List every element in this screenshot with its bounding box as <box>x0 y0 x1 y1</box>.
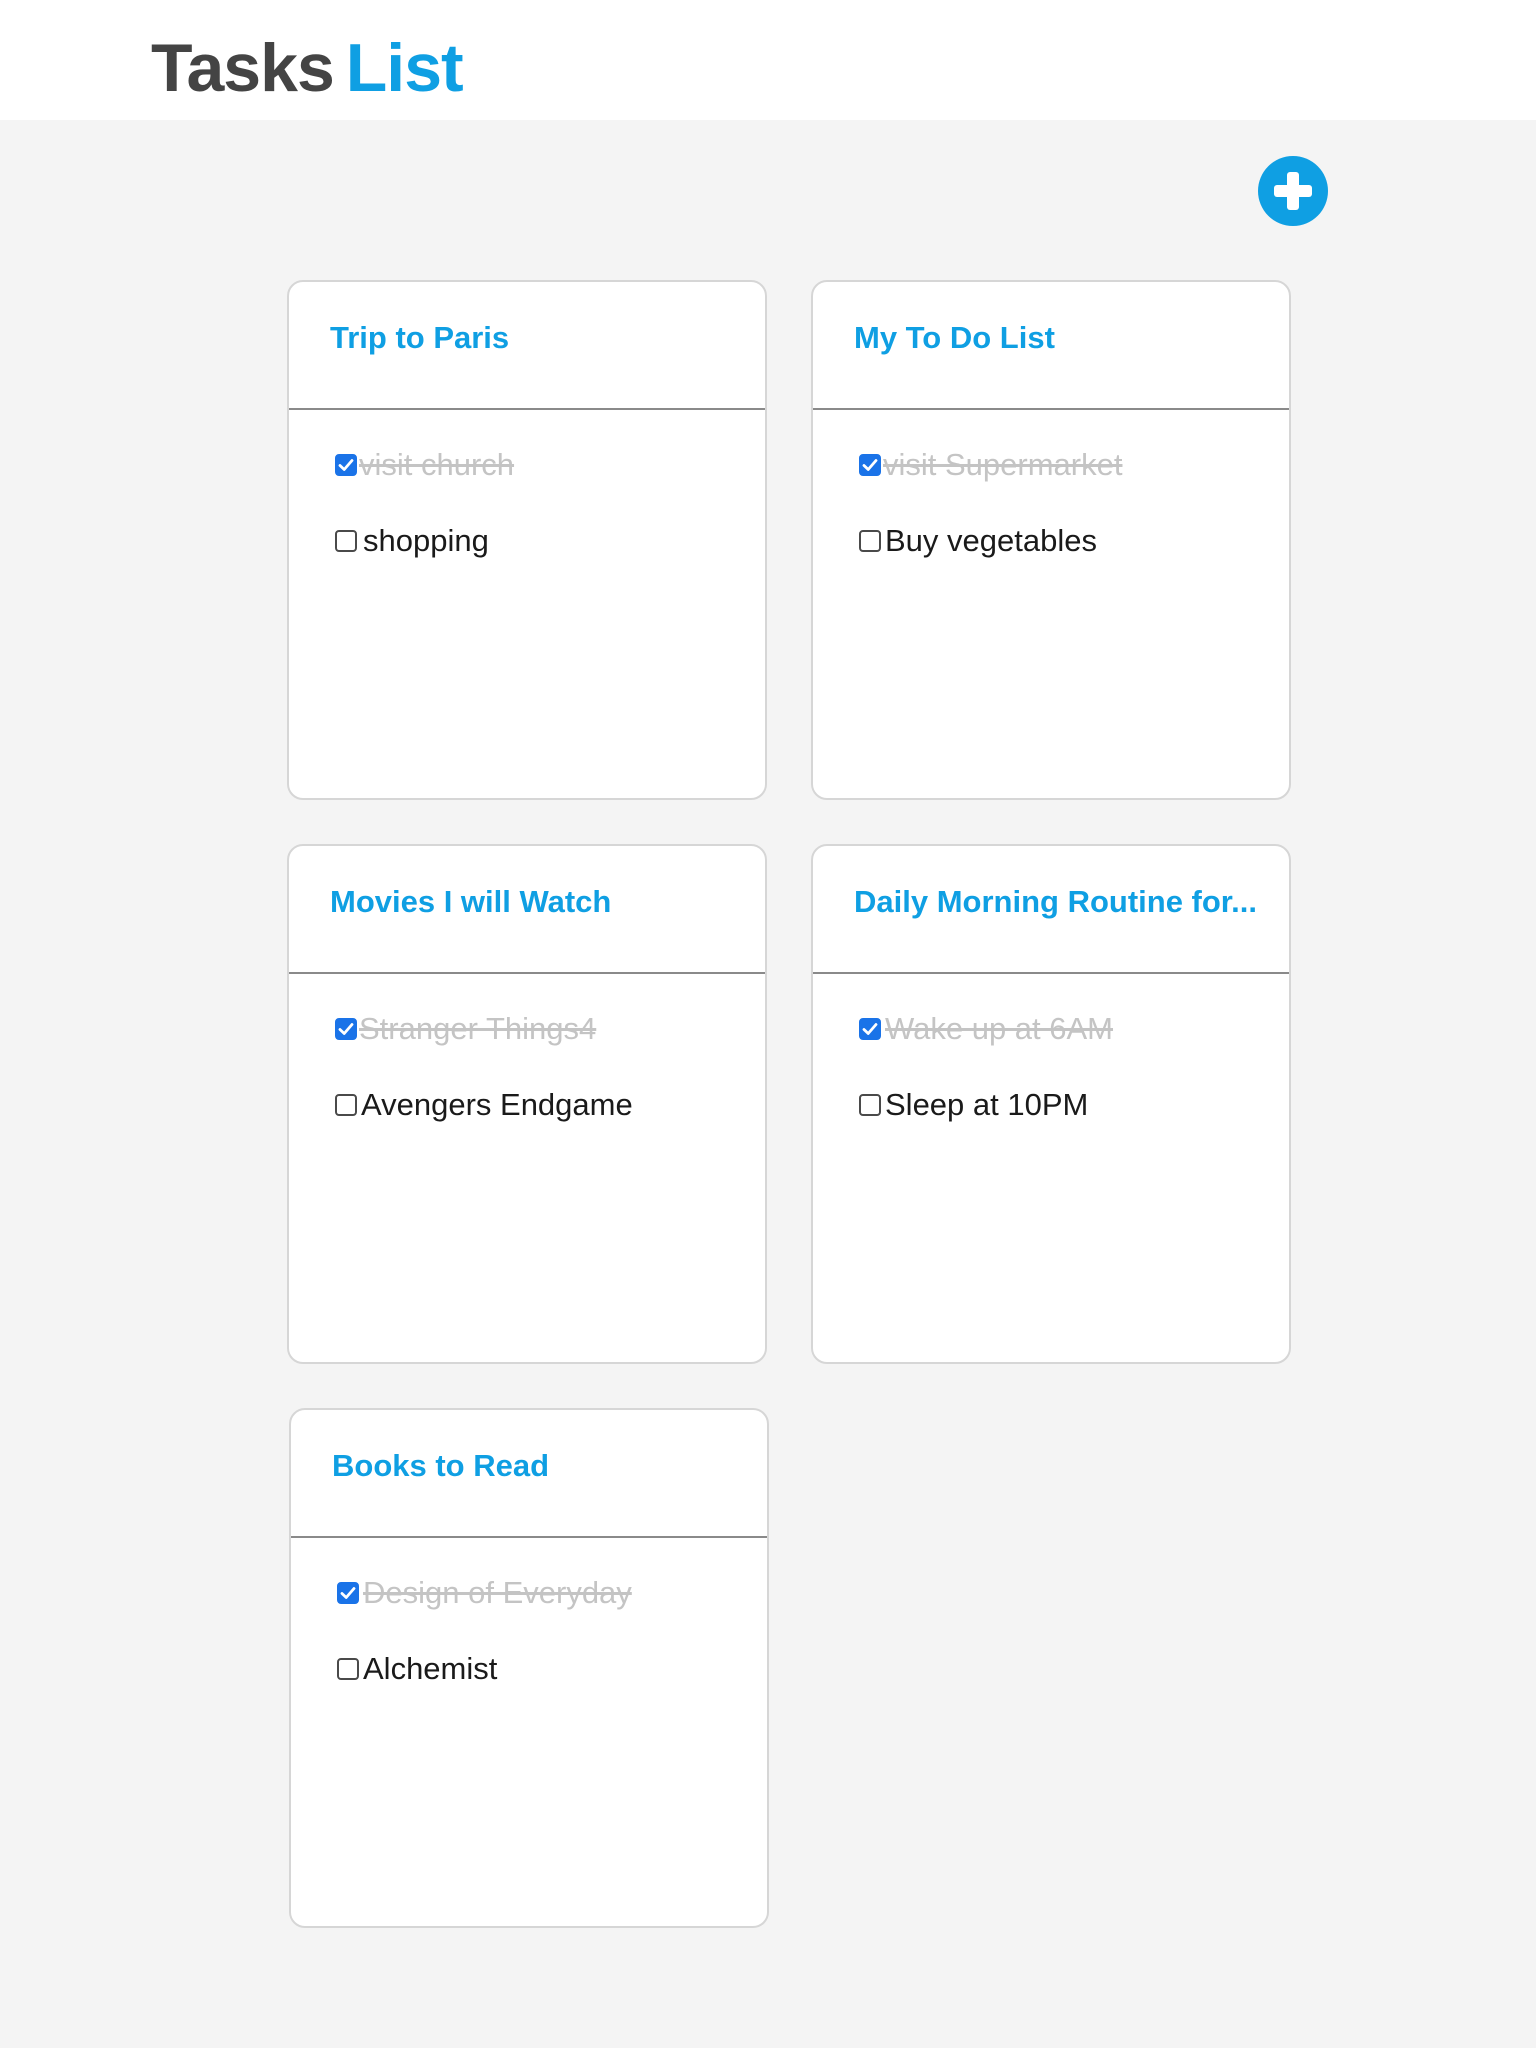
add-list-button[interactable] <box>1258 156 1328 226</box>
task-card-my-to-do-list: My To Do List visit Supermarket Buy vege… <box>811 280 1291 800</box>
task-item[interactable]: Sleep at 10PM <box>859 1087 1088 1123</box>
task-item[interactable]: visit Supermarket <box>859 447 1122 483</box>
task-card-trip-to-paris: Trip to Paris visit church shopping <box>287 280 767 800</box>
task-item[interactable]: shopping <box>335 523 489 559</box>
task-item[interactable]: Alchemist <box>337 1651 497 1687</box>
checkbox[interactable] <box>335 1018 357 1040</box>
task-card-daily-morning-routine: Daily Morning Routine for... Wake up at … <box>811 844 1291 1364</box>
checkbox[interactable] <box>337 1582 359 1604</box>
checkbox[interactable] <box>335 1094 357 1116</box>
task-label: visit Supermarket <box>883 447 1123 482</box>
task-item[interactable]: Design of Everyday <box>337 1575 632 1611</box>
app-title-word-list: List <box>345 30 464 106</box>
checkbox[interactable] <box>859 530 881 552</box>
task-label: Wake up at 6AM <box>885 1011 1114 1046</box>
app-title-word-tasks: Tasks <box>151 30 335 106</box>
task-label: Buy vegetables <box>885 523 1097 558</box>
task-label: Avengers Endgame <box>361 1087 633 1122</box>
task-label: visit church <box>359 447 515 482</box>
task-label: Stranger Things4 <box>359 1011 597 1046</box>
checkbox[interactable] <box>335 454 357 476</box>
plus-circle-icon <box>1274 172 1312 210</box>
checkbox[interactable] <box>859 1094 881 1116</box>
task-card-movies-i-will-watch: Movies I will Watch Stranger Things4 Ave… <box>287 844 767 1364</box>
task-item[interactable]: Stranger Things4 <box>335 1011 596 1047</box>
card-header: My To Do List <box>813 282 1289 410</box>
card-title[interactable]: Trip to Paris <box>330 320 753 356</box>
app-title: Tasks List <box>151 28 464 108</box>
task-item[interactable]: Avengers Endgame <box>335 1087 633 1123</box>
task-label: shopping <box>363 523 489 558</box>
card-header: Books to Read <box>291 1410 767 1538</box>
task-card-books-to-read: Books to Read Design of Everyday Alchemi… <box>289 1408 769 1928</box>
checkmark-icon <box>340 1587 356 1599</box>
task-item[interactable]: visit church <box>335 447 514 483</box>
task-label: Design of Everyday <box>363 1575 632 1610</box>
checkmark-icon <box>862 459 878 471</box>
top-bar: Tasks List <box>0 0 1536 120</box>
checkmark-icon <box>338 1023 354 1035</box>
card-header: Daily Morning Routine for... <box>813 846 1289 974</box>
checkbox[interactable] <box>859 1018 881 1040</box>
checkbox[interactable] <box>859 454 881 476</box>
checkmark-icon <box>338 459 354 471</box>
checkmark-icon <box>862 1023 878 1035</box>
card-header: Movies I will Watch <box>289 846 765 974</box>
checkbox[interactable] <box>335 530 357 552</box>
task-label: Alchemist <box>363 1651 498 1686</box>
task-label: Sleep at 10PM <box>885 1087 1089 1122</box>
card-title[interactable]: Daily Morning Routine for... <box>854 884 1277 920</box>
card-title[interactable]: Movies I will Watch <box>330 884 753 920</box>
checkbox[interactable] <box>337 1658 359 1680</box>
task-item[interactable]: Wake up at 6AM <box>859 1011 1113 1047</box>
card-header: Trip to Paris <box>289 282 765 410</box>
card-title[interactable]: My To Do List <box>854 320 1277 356</box>
card-title[interactable]: Books to Read <box>332 1448 755 1484</box>
task-item[interactable]: Buy vegetables <box>859 523 1097 559</box>
